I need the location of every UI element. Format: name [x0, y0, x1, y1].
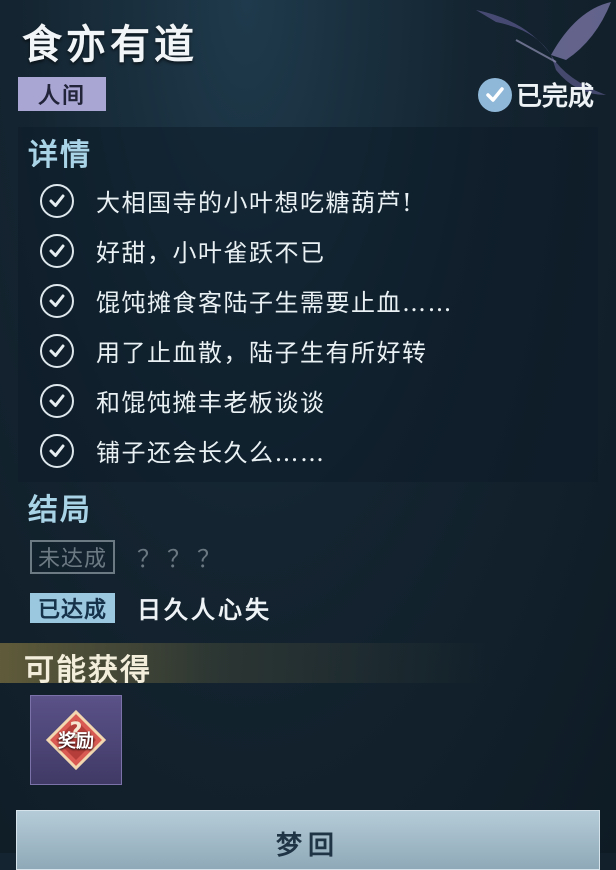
- completed-check-icon: [477, 77, 512, 112]
- detail-item: 铺子还会长久么……: [40, 433, 326, 468]
- detail-text: 铺子还会长久么……: [96, 439, 326, 467]
- check-icon: [40, 233, 74, 268]
- reward-item-slot[interactable]: ? 奖励: [30, 695, 122, 785]
- ending-locked-row: 未达成 ？？？: [30, 539, 227, 574]
- quest-status: 已完成: [477, 76, 594, 113]
- check-icon: [40, 383, 74, 418]
- dream-back-button[interactable]: 梦回: [16, 810, 600, 870]
- detail-text: 用了止血散，陆子生有所好转: [96, 339, 428, 367]
- detail-item: 和馄饨摊丰老板谈谈: [40, 383, 326, 418]
- detail-item: 馄饨摊食客陆子生需要止血……: [40, 283, 453, 318]
- world-tag: 人间: [18, 77, 106, 111]
- endings-heading: 结局: [28, 493, 92, 528]
- detail-item: 用了止血散，陆子生有所好转: [40, 333, 428, 368]
- details-heading: 详情: [28, 138, 92, 173]
- quest-title: 食亦有道: [22, 21, 198, 68]
- detail-item: 好甜，小叶雀跃不已: [40, 233, 326, 268]
- ending-achieved-row: 已达成 日久人心失: [30, 590, 272, 625]
- check-icon: [40, 333, 74, 368]
- detail-text: 大相国寺的小叶想吃糖葫芦!: [96, 189, 414, 217]
- detail-text: 馄饨摊食客陆子生需要止血……: [96, 289, 453, 317]
- ending-achieved-text: 日久人心失: [137, 595, 273, 624]
- not-achieved-badge: 未达成: [30, 539, 116, 574]
- rewards-heading: 可能获得: [24, 653, 152, 688]
- reward-label: 奖励: [58, 731, 94, 752]
- detail-text: 和馄饨摊丰老板谈谈: [96, 389, 326, 417]
- check-icon: [40, 433, 74, 468]
- detail-item: 大相国寺的小叶想吃糖葫芦!: [40, 183, 413, 218]
- check-icon: [40, 183, 74, 218]
- detail-text: 好甜，小叶雀跃不已: [96, 239, 326, 267]
- achieved-badge: 已达成: [30, 592, 116, 623]
- status-label: 已完成: [515, 82, 594, 112]
- check-icon: [40, 283, 74, 318]
- ending-locked-text: ？？？: [137, 545, 228, 573]
